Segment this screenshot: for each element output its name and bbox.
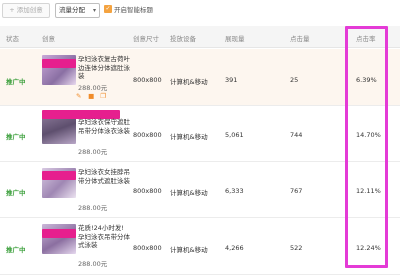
device: 计算机&移动	[170, 189, 208, 197]
add-creative-button[interactable]: + 添加创意	[2, 3, 50, 18]
impressions: 5,061	[225, 131, 244, 139]
creative-size: 800x800	[133, 187, 162, 195]
clicks: 25	[290, 76, 299, 84]
clicks: 744	[290, 131, 303, 139]
creative-price: 288.00元	[78, 148, 108, 156]
table-row[interactable]: 推广中 孕妇泳衣女挂脖吊带分体式遮肚泳装 288.00元 800x800 计算机…	[0, 162, 400, 218]
clicks: 767	[290, 187, 303, 195]
chevron-down-icon: ▾	[92, 7, 96, 14]
device: 计算机&移动	[170, 246, 208, 254]
table-header: 状态 创意 创意尺寸 投放设备 展现量 点击量 点击率	[0, 26, 400, 48]
column-clicks: 点击量	[290, 35, 310, 43]
column-status: 状态	[6, 35, 19, 43]
impressions: 391	[225, 76, 238, 84]
table-row[interactable]: 推广中 孕妇泳衣复古荷叶边连体分体遮肚泳装 288.00元 ✎ ■ ❐ 800x…	[0, 49, 400, 106]
creative-price: 288.00元	[78, 260, 108, 268]
copy-icon[interactable]: ❐	[100, 93, 107, 100]
status-badge: 推广中	[6, 133, 26, 141]
column-device: 投放设备	[170, 35, 196, 43]
device: 计算机&移动	[170, 78, 208, 86]
creative-thumbnail[interactable]	[42, 168, 76, 198]
table-row[interactable]: 推广中 孕妇泳衣保守遮肚吊带分体泳衣泳装 288.00元 800x800 计算机…	[0, 106, 400, 162]
device: 计算机&移动	[170, 133, 208, 141]
row-actions: ✎ ■ ❐	[76, 92, 110, 100]
ctr-highlight-box	[345, 26, 388, 268]
traffic-allocation-label: 流量分配	[59, 6, 85, 14]
impressions: 6,333	[225, 187, 244, 195]
creative-thumbnail[interactable]	[42, 55, 76, 85]
status-badge: 推广中	[6, 189, 26, 197]
creative-size: 800x800	[133, 244, 162, 252]
column-size: 创意尺寸	[133, 35, 159, 43]
creative-price: 288.00元	[78, 84, 108, 92]
creative-size: 800x800	[133, 131, 162, 139]
traffic-allocation-dropdown[interactable]: 流量分配 ▾	[55, 3, 100, 18]
redaction-mark	[42, 59, 76, 68]
delete-icon[interactable]: ■	[88, 93, 95, 100]
status-badge: 推广中	[6, 78, 26, 86]
column-impressions: 展现量	[225, 35, 245, 43]
edit-icon[interactable]: ✎	[76, 93, 83, 100]
creative-price: 288.00元	[78, 204, 108, 212]
creative-thumbnail[interactable]	[42, 224, 76, 254]
clicks: 522	[290, 244, 303, 252]
creative-title: 孕妇泳衣复古荷叶边连体分体遮肚泳装	[78, 55, 130, 80]
redaction-mark	[42, 171, 76, 180]
creative-size: 800x800	[133, 76, 162, 84]
table-row[interactable]: 推广中 花质!24小时发!孕妇泳衣吊带分体式泳装 288.00元 800x800…	[0, 218, 400, 275]
creative-title: 花质!24小时发!孕妇泳衣吊带分体式泳装	[78, 224, 130, 249]
creative-title: 孕妇泳衣保守遮肚吊带分体泳衣泳装	[78, 118, 130, 135]
column-creative: 创意	[42, 35, 55, 43]
toolbar: + 添加创意 流量分配 ▾ ✓ 开启智能标题	[0, 0, 400, 24]
impressions: 4,266	[225, 244, 244, 252]
redaction-mark	[42, 229, 76, 238]
creative-title: 孕妇泳衣女挂脖吊带分体式遮肚泳装	[78, 168, 130, 185]
smart-title-label: 开启智能标题	[114, 6, 153, 14]
smart-title-checkbox[interactable]: ✓	[104, 5, 112, 13]
status-badge: 推广中	[6, 246, 26, 254]
